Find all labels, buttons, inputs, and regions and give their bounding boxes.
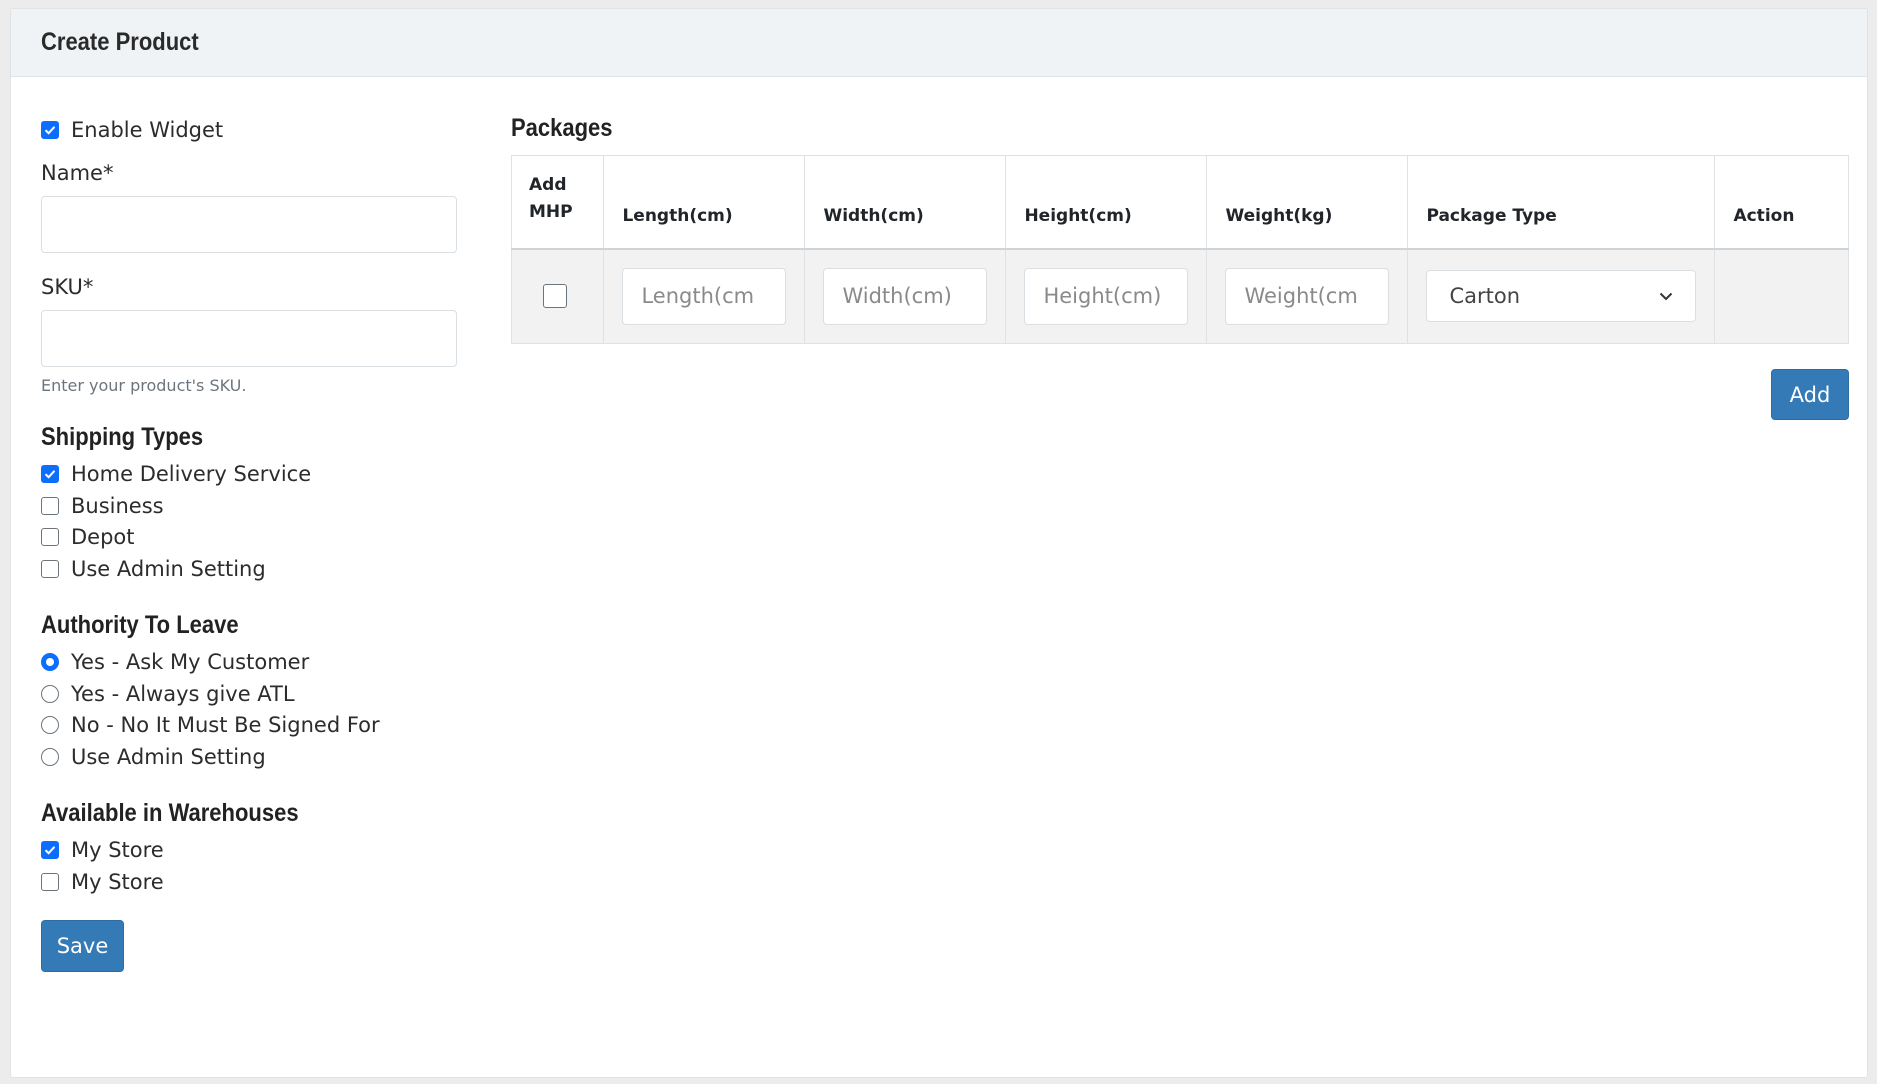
column-header-weight: Weight(kg)	[1206, 155, 1409, 250]
column-header-action: Action	[1714, 155, 1849, 250]
sku-label: SKU*	[41, 274, 94, 299]
warehouses-title: Available in Warehouses	[41, 798, 299, 827]
warehouses-group: My Store My Store	[41, 835, 457, 898]
packages-section: Packages Add MHP Length(cm) Width(cm) He…	[510, 114, 1849, 420]
sku-input[interactable]	[41, 309, 457, 367]
radio-selected-icon[interactable]	[41, 653, 59, 672]
radio-icon[interactable]	[41, 716, 59, 735]
authority-to-leave-title: Authority To Leave	[41, 610, 239, 639]
shipping-option-admin-setting[interactable]: Use Admin Setting	[41, 553, 457, 585]
name-label: Name*	[41, 160, 114, 185]
shipping-option-label: Depot	[71, 525, 135, 550]
checkbox-icon[interactable]	[41, 496, 59, 515]
atl-option-label: Use Admin Setting	[71, 744, 266, 769]
atl-option-always[interactable]: Yes - Always give ATL	[41, 678, 457, 710]
package-type-cell: Carton	[1407, 248, 1716, 344]
shipping-option-depot[interactable]: Depot	[41, 522, 457, 554]
atl-option-ask-customer[interactable]: Yes - Ask My Customer	[41, 647, 457, 679]
checkbox-icon[interactable]	[41, 559, 59, 578]
column-header-package-type: Package Type	[1407, 155, 1716, 250]
checkbox-icon[interactable]	[41, 528, 59, 547]
enable-widget-checkbox[interactable]: Enable Widget	[41, 114, 457, 146]
shipping-option-label: Business	[71, 493, 164, 518]
add-mhp-cell	[510, 248, 605, 344]
chevron-down-icon	[1660, 292, 1673, 301]
weight-input[interactable]: Weight(cm	[1225, 267, 1390, 325]
warehouse-option-1[interactable]: My Store	[41, 835, 457, 867]
atl-option-label: No - No It Must Be Signed For	[71, 713, 380, 738]
checkbox-checked-icon[interactable]	[41, 120, 59, 139]
height-input[interactable]: Height(cm)	[1024, 267, 1189, 325]
length-cell: Length(cm	[603, 248, 806, 344]
product-form: Enable Widget Name* SKU* Enter your prod…	[41, 114, 457, 972]
shipping-types-group: Home Delivery Service Business Depot Use…	[41, 459, 457, 585]
width-input[interactable]: Width(cm)	[823, 267, 988, 325]
width-cell: Width(cm)	[804, 248, 1007, 344]
radio-icon[interactable]	[41, 747, 59, 766]
add-button-row: Add	[511, 369, 1849, 420]
atl-option-signed-for[interactable]: No - No It Must Be Signed For	[41, 710, 457, 742]
warehouse-option-label: My Store	[71, 869, 164, 894]
weight-cell: Weight(cm	[1206, 248, 1409, 344]
add-package-button[interactable]: Add	[1771, 369, 1849, 420]
checkbox-icon[interactable]	[41, 872, 59, 891]
add-mhp-checkbox[interactable]	[543, 284, 567, 309]
page-title: Create Product	[41, 28, 199, 56]
warehouse-option-label: My Store	[71, 838, 164, 863]
card-header: Create Product	[11, 9, 1867, 77]
enable-widget-label: Enable Widget	[71, 117, 224, 142]
column-header-text: MHP	[529, 201, 573, 222]
checkbox-checked-icon[interactable]	[41, 841, 59, 860]
atl-option-label: Yes - Ask My Customer	[71, 650, 310, 675]
table-header-row: Add MHP Length(cm) Width(cm) Height(cm) …	[510, 155, 1849, 250]
radio-icon[interactable]	[41, 684, 59, 703]
height-cell: Height(cm)	[1005, 248, 1208, 344]
create-product-card: Create Product Enable Widget Name* SKU* …	[10, 8, 1868, 1078]
sku-help-text: Enter your product's SKU.	[41, 375, 247, 395]
column-header-length: Length(cm)	[603, 155, 806, 250]
atl-option-label: Yes - Always give ATL	[71, 681, 295, 706]
table-row: Length(cm Width(cm) Height(cm) Weight(cm…	[510, 248, 1849, 344]
column-header-height: Height(cm)	[1005, 155, 1208, 250]
shipping-option-business[interactable]: Business	[41, 490, 457, 522]
shipping-option-label: Home Delivery Service	[71, 462, 312, 487]
checkbox-checked-icon[interactable]	[41, 465, 59, 484]
shipping-option-label: Use Admin Setting	[71, 556, 266, 581]
package-type-value: Carton	[1449, 284, 1521, 309]
action-cell	[1714, 248, 1849, 344]
column-header-text: Add	[529, 174, 567, 195]
packages-title: Packages	[511, 114, 613, 142]
atl-option-admin-setting[interactable]: Use Admin Setting	[41, 741, 457, 773]
warehouse-option-2[interactable]: My Store	[41, 866, 457, 898]
package-type-select[interactable]: Carton	[1426, 270, 1697, 323]
save-button[interactable]: Save	[41, 919, 124, 972]
packages-table: Add MHP Length(cm) Width(cm) Height(cm) …	[510, 155, 1849, 344]
authority-to-leave-group: Yes - Ask My Customer Yes - Always give …	[41, 647, 457, 773]
shipping-option-home-delivery[interactable]: Home Delivery Service	[41, 459, 457, 491]
name-input[interactable]	[41, 195, 457, 253]
shipping-types-title: Shipping Types	[41, 422, 204, 451]
column-header-add-mhp: Add MHP	[510, 155, 605, 250]
length-input[interactable]: Length(cm	[622, 267, 787, 325]
column-header-width: Width(cm)	[804, 155, 1007, 250]
